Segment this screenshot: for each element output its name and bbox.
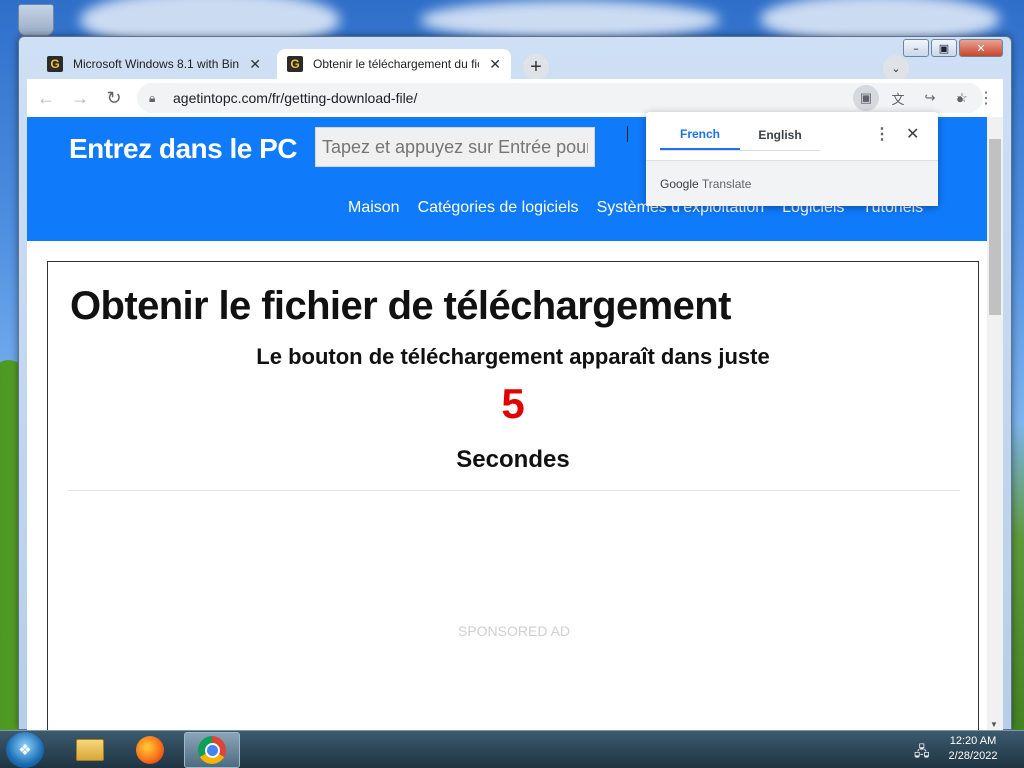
download-content: Obtenir le fichier de téléchargement Le …	[47, 261, 979, 731]
nav-link-categories[interactable]: Catégories de logiciels	[418, 199, 579, 217]
google-translate-brand: Google Translate	[660, 177, 751, 191]
taskbar-firefox[interactable]	[122, 732, 178, 768]
network-icon[interactable]: 🖧︎	[914, 741, 930, 765]
forward-button[interactable]: →	[65, 83, 95, 113]
tab-windows[interactable]: G Microsoft Windows 8.1 with Bing ✕	[37, 49, 271, 79]
tab-close-icon[interactable]: ✕	[489, 56, 501, 73]
translate-language-tabs: French English	[660, 120, 820, 150]
brand-translate: Translate	[701, 177, 752, 191]
taskbar-chrome[interactable]	[184, 732, 240, 768]
text-cursor	[627, 126, 628, 142]
page-viewport: Entrez dans le PC Maison Catégories de l…	[27, 117, 1003, 731]
tab-close-icon[interactable]: ✕	[249, 56, 261, 73]
tab-title: Microsoft Windows 8.1 with Bing	[73, 57, 240, 71]
chrome-menu-icon[interactable]: ⋮	[973, 83, 999, 113]
lens-icon[interactable]: ▣	[853, 85, 879, 111]
folder-icon	[76, 739, 104, 761]
firefox-icon	[136, 736, 164, 764]
translate-tabs-divider	[660, 150, 820, 151]
clock-time: 12:20 AM	[949, 735, 997, 747]
site-search-input[interactable]	[315, 127, 595, 167]
tab-title: Obtenir le téléchargement du fichier	[313, 57, 479, 71]
recycle-bin-icon[interactable]	[18, 4, 54, 36]
clock-date: 2/28/2022	[948, 750, 998, 762]
site-favicon-icon: G	[287, 56, 303, 72]
url-text[interactable]: agetintopc.com/fr/getting-download-file/	[173, 90, 417, 106]
site-favicon-icon: G	[47, 56, 63, 72]
ad-label: SPONSORED AD	[457, 623, 571, 639]
brand-google: Google	[660, 177, 699, 191]
profile-icon[interactable]: ●	[947, 85, 973, 111]
countdown-message: Le bouton de téléchargement apparaît dan…	[256, 344, 770, 369]
address-bar[interactable]: 🔒︎ agetintopc.com/fr/getting-download-fi…	[137, 83, 983, 113]
start-button[interactable]: ❖	[6, 732, 44, 768]
sponsored-ad[interactable]: SPONSORED AD	[68, 490, 960, 731]
translate-popup: French English ⋮ ✕ Google Translate	[646, 112, 938, 206]
share-icon[interactable]: ↪	[917, 85, 943, 111]
site-logo[interactable]: Entrez dans le PC	[69, 133, 298, 165]
translate-options-icon[interactable]: ⋮	[874, 124, 890, 144]
countdown-number: 5	[501, 380, 525, 427]
tab-download[interactable]: G Obtenir le téléchargement du fichier ✕	[277, 49, 511, 79]
lock-icon[interactable]: 🔒︎	[149, 91, 165, 106]
scroll-thumb[interactable]	[989, 139, 1001, 315]
tab-search-button[interactable]: ⌄	[883, 55, 909, 81]
new-tab-button[interactable]: +	[523, 54, 549, 80]
page-title: Obtenir le fichier de téléchargement	[70, 284, 731, 328]
reload-button[interactable]: ↻	[99, 83, 129, 113]
taskbar-explorer[interactable]	[62, 732, 118, 768]
translate-footer: Google Translate	[646, 160, 938, 206]
system-clock[interactable]: 12:20 AM 2/28/2022	[938, 734, 1008, 764]
translate-icon[interactable]: 文	[885, 85, 911, 111]
scroll-down-arrow-icon[interactable]: ▼	[990, 720, 998, 729]
nav-link-home[interactable]: Maison	[348, 199, 400, 217]
back-button[interactable]: ←	[31, 83, 61, 113]
tab-strip: G Microsoft Windows 8.1 with Bing ✕ G Ob…	[27, 45, 1003, 81]
taskbar: ❖ 🖧︎ 12:20 AM 2/28/2022	[0, 730, 1024, 768]
chrome-icon	[198, 736, 226, 764]
translate-close-icon[interactable]: ✕	[906, 124, 919, 144]
seconds-label: Secondes	[456, 446, 570, 473]
page-scrollbar[interactable]: ▼	[987, 117, 1003, 731]
translate-tab-french[interactable]: French	[660, 120, 740, 150]
translate-tab-english[interactable]: English	[740, 120, 820, 150]
